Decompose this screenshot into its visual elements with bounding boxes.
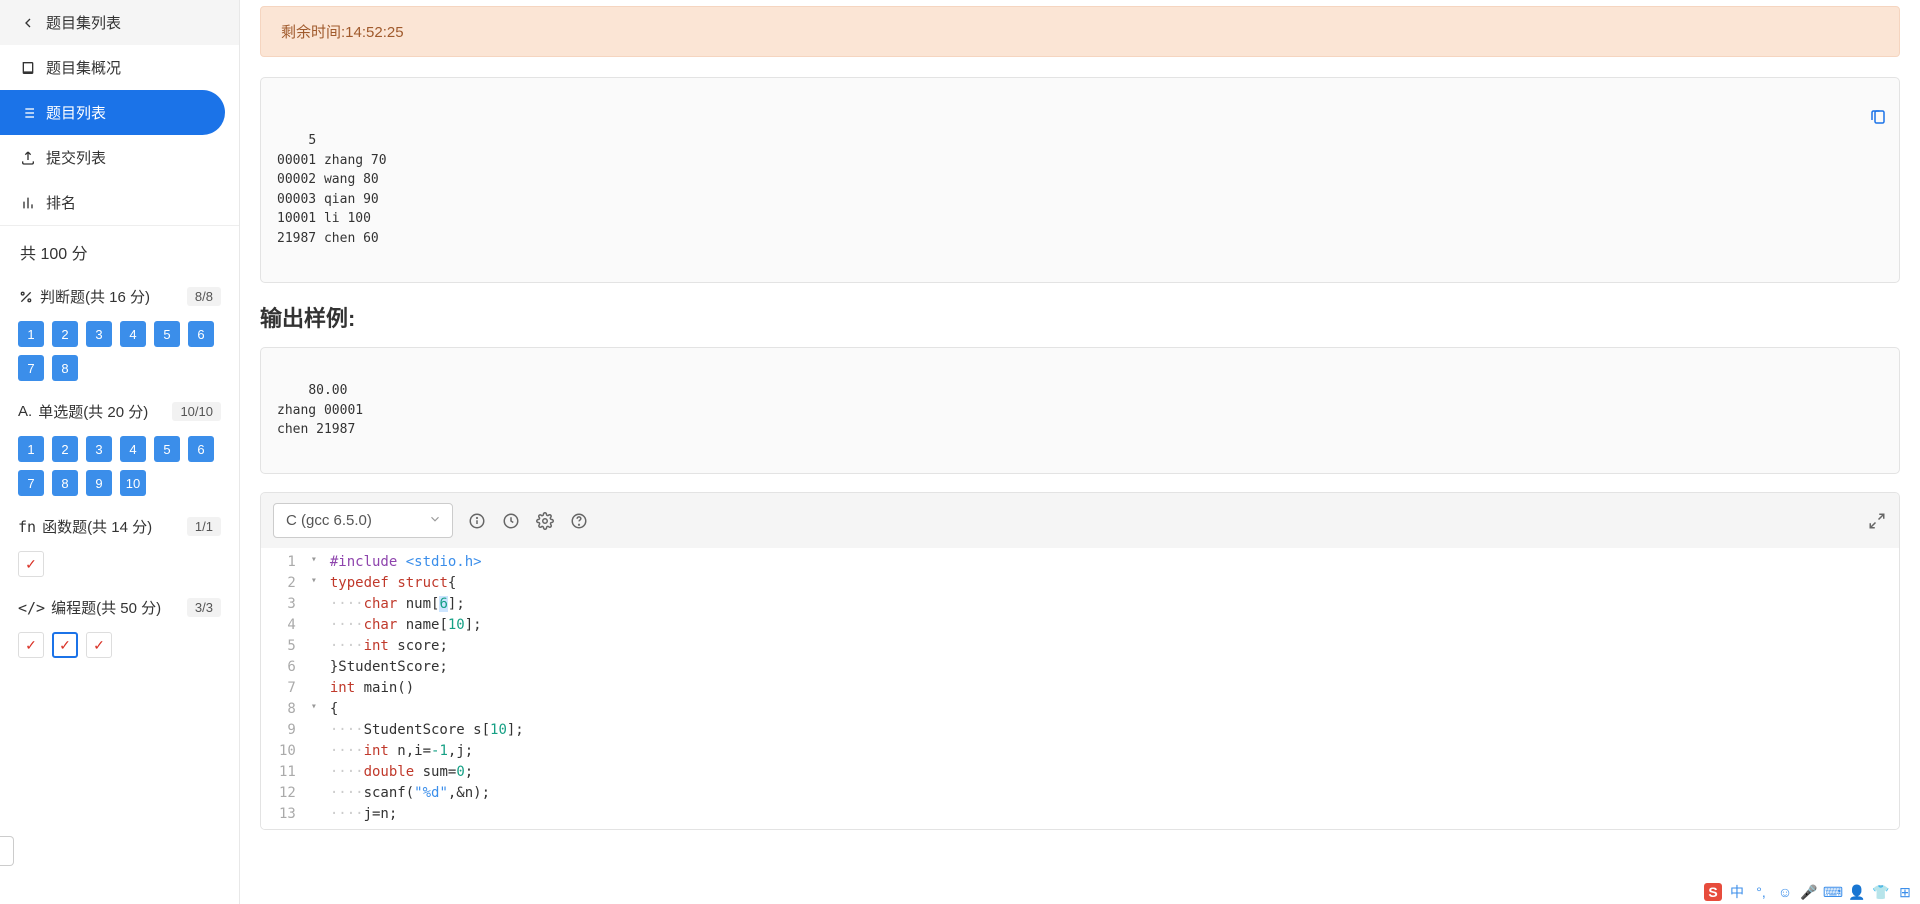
total-score: 共 100 分 — [0, 225, 239, 278]
input-sample-box: 5 00001 zhang 70 00002 wang 80 00003 qia… — [260, 77, 1900, 283]
question-10[interactable]: 10 — [120, 470, 146, 496]
ime-mic-icon[interactable]: 🎤 — [1800, 883, 1818, 901]
nav-submissions-label: 提交列表 — [46, 147, 106, 168]
timer-banner: 剩余时间:14:52:25 — [260, 6, 1900, 57]
edge-tab[interactable] — [0, 836, 14, 866]
ime-user-icon[interactable]: 👤 — [1848, 883, 1866, 901]
nav-question-list[interactable]: 题目列表 — [0, 90, 225, 135]
percent-icon — [18, 289, 34, 305]
question-4[interactable]: 4 — [120, 321, 146, 347]
code-content[interactable]: #include <stdio.h> typedef struct{ ····c… — [322, 548, 1899, 829]
question-9[interactable]: 9 — [86, 470, 112, 496]
func-check-1[interactable]: ✓ — [18, 551, 44, 577]
section-prog-badge: 3/3 — [187, 598, 221, 617]
chevron-down-icon — [428, 512, 442, 530]
fullscreen-icon[interactable] — [1867, 511, 1887, 531]
section-func-title: fn 函数题(共 14 分) — [18, 516, 152, 537]
copy-input-button[interactable] — [1822, 88, 1887, 152]
ime-punct-icon[interactable]: °, — [1752, 883, 1770, 901]
output-sample-text: 80.00 zhang 00001 chen 21987 — [277, 383, 363, 437]
nav-overview-label: 题目集概况 — [46, 57, 121, 78]
question-1[interactable]: 1 — [18, 436, 44, 462]
info-icon[interactable] — [467, 511, 487, 531]
nav-ranking[interactable]: 排名 — [0, 180, 239, 225]
input-sample-text: 5 00001 zhang 70 00002 wang 80 00003 qia… — [277, 133, 387, 246]
ranking-icon — [20, 195, 36, 211]
nav-submissions[interactable]: 提交列表 — [0, 135, 239, 180]
question-5[interactable]: 5 — [154, 321, 180, 347]
sidebar: 题目集列表 题目集概况 题目列表 提交列表 排名 共 100 分 判断题(共 1… — [0, 0, 240, 904]
help-icon[interactable] — [569, 511, 589, 531]
section-prog: </> 编程题(共 50 分) 3/3 — [0, 589, 239, 626]
section-judge: 判断题(共 16 分) 8/8 — [0, 278, 239, 315]
ime-lang[interactable]: 中 — [1728, 883, 1746, 901]
question-5[interactable]: 5 — [154, 436, 180, 462]
line-gutter: 12345678910111213 — [261, 548, 306, 829]
prog-question-grid: ✓ ✓ ✓ — [0, 626, 239, 670]
ime-keyboard-icon[interactable]: ⌨ — [1824, 883, 1842, 901]
letter-a-icon: A. — [18, 403, 32, 420]
nav-back[interactable]: 题目集列表 — [0, 0, 239, 45]
section-single-badge: 10/10 — [172, 402, 221, 421]
code-editor[interactable]: 12345678910111213 ▾▾▾ #include <stdio.h>… — [261, 548, 1899, 829]
nav-overview[interactable]: 题目集概况 — [0, 45, 239, 90]
clipboard-icon — [1869, 108, 1887, 126]
question-6[interactable]: 6 — [188, 436, 214, 462]
list-icon — [20, 105, 36, 121]
section-judge-badge: 8/8 — [187, 287, 221, 306]
question-4[interactable]: 4 — [120, 436, 146, 462]
history-icon[interactable] — [501, 511, 521, 531]
section-prog-title: </> 编程题(共 50 分) — [18, 597, 161, 618]
section-func-badge: 1/1 — [187, 517, 221, 536]
section-single: A. 单选题(共 20 分) 10/10 — [0, 393, 239, 430]
section-func: fn 函数题(共 14 分) 1/1 — [0, 508, 239, 545]
question-6[interactable]: 6 — [188, 321, 214, 347]
question-7[interactable]: 7 — [18, 470, 44, 496]
function-icon: fn — [18, 518, 36, 536]
nav-ranking-label: 排名 — [46, 192, 76, 213]
ime-taskbar: S 中 °, ☺ 🎤 ⌨ 👤 👕 ⊞ — [1704, 883, 1914, 901]
func-question-grid: ✓ — [0, 545, 239, 589]
nav-question-list-label: 题目列表 — [46, 102, 106, 123]
ime-toolbox-icon[interactable]: ⊞ — [1896, 883, 1914, 901]
question-8[interactable]: 8 — [52, 355, 78, 381]
fold-column: ▾▾▾ — [306, 548, 322, 829]
output-sample-box: 80.00 zhang 00001 chen 21987 — [260, 347, 1900, 475]
prog-check-1[interactable]: ✓ — [18, 632, 44, 658]
section-judge-title: 判断题(共 16 分) — [18, 286, 150, 307]
question-1[interactable]: 1 — [18, 321, 44, 347]
question-7[interactable]: 7 — [18, 355, 44, 381]
question-3[interactable]: 3 — [86, 321, 112, 347]
question-8[interactable]: 8 — [52, 470, 78, 496]
chevron-left-icon — [20, 15, 36, 31]
single-question-grid: 123456 789 10 — [0, 430, 239, 508]
prog-check-2[interactable]: ✓ — [52, 632, 78, 658]
ime-emoji-icon[interactable]: ☺ — [1776, 883, 1794, 901]
main-content: 剩余时间:14:52:25 5 00001 zhang 70 00002 wan… — [240, 0, 1920, 904]
section-single-title: A. 单选题(共 20 分) — [18, 401, 148, 422]
gear-icon[interactable] — [535, 511, 555, 531]
code-icon: </> — [18, 599, 45, 617]
editor-toolbar: C (gcc 6.5.0) — [261, 493, 1899, 548]
question-2[interactable]: 2 — [52, 436, 78, 462]
ime-logo-icon[interactable]: S — [1704, 883, 1722, 901]
language-select[interactable]: C (gcc 6.5.0) — [273, 503, 453, 538]
prog-check-3[interactable]: ✓ — [86, 632, 112, 658]
ime-skin-icon[interactable]: 👕 — [1872, 883, 1890, 901]
judge-question-grid: 123456 78 — [0, 315, 239, 393]
language-value: C (gcc 6.5.0) — [286, 512, 372, 529]
nav-back-label: 题目集列表 — [46, 12, 121, 33]
output-heading: 输出样例: — [260, 301, 1900, 333]
question-3[interactable]: 3 — [86, 436, 112, 462]
question-2[interactable]: 2 — [52, 321, 78, 347]
book-icon — [20, 60, 36, 76]
upload-icon — [20, 150, 36, 166]
code-editor-panel: C (gcc 6.5.0) 12345678910111213 ▾▾▾ #inc… — [260, 492, 1900, 830]
